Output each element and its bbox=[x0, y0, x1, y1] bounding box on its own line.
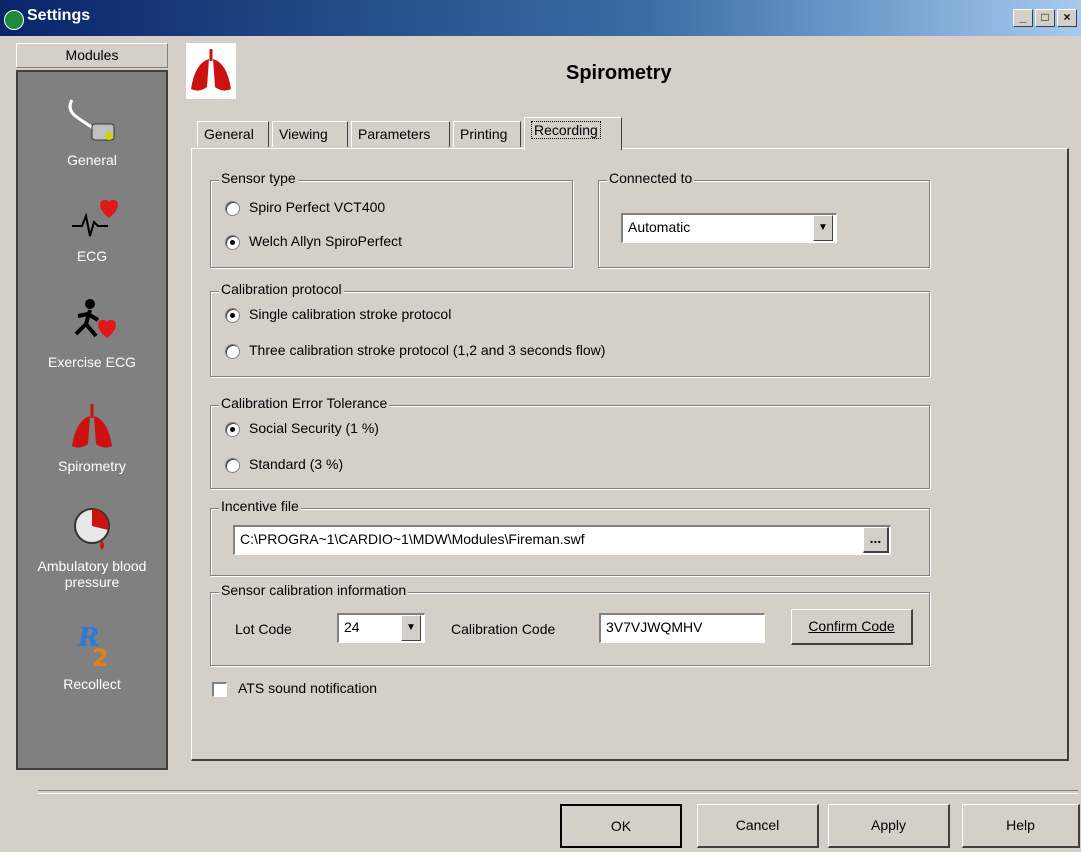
recollect-icon: R 2 bbox=[77, 623, 109, 672]
close-button[interactable]: × bbox=[1057, 9, 1077, 27]
module-recollect[interactable]: R 2 Recollect bbox=[18, 620, 166, 692]
lot-code-label: Lot Code bbox=[235, 621, 292, 637]
spirometry-logo-icon bbox=[186, 43, 236, 99]
minimize-button[interactable]: _ bbox=[1013, 9, 1033, 27]
lungs-icon bbox=[72, 404, 112, 448]
ok-button[interactable]: OK bbox=[560, 804, 682, 848]
calibration-protocol-group: Calibration protocol Single calibration … bbox=[210, 281, 930, 377]
sensor-type-group: Sensor type Spiro Perfect VCT400 Welch A… bbox=[210, 170, 573, 268]
tab-viewing[interactable]: Viewing bbox=[272, 121, 348, 147]
modules-panel: General ECG Exercise ECG Spirometry Ambu… bbox=[16, 70, 168, 770]
ats-sound-label: ATS sound notification bbox=[238, 680, 378, 696]
ats-sound-checkbox[interactable] bbox=[212, 682, 227, 697]
module-label: Spirometry bbox=[58, 458, 126, 474]
incentive-file-input[interactable]: C:\PROGRA~1\CARDIO~1\MDW\Modules\Fireman… bbox=[233, 525, 891, 555]
radio-label: Standard (3 %) bbox=[249, 456, 344, 472]
browse-button[interactable]: ... bbox=[863, 527, 889, 553]
radio-welch-allyn-spiroperfect[interactable] bbox=[225, 235, 240, 250]
footer-separator bbox=[38, 790, 1078, 794]
radio-social-security[interactable] bbox=[225, 422, 240, 437]
radio-label: Social Security (1 %) bbox=[249, 420, 379, 436]
module-label: ECG bbox=[76, 248, 108, 264]
error-tolerance-group: Calibration Error Tolerance Social Secur… bbox=[210, 395, 930, 489]
help-button[interactable]: Help bbox=[962, 804, 1080, 848]
phone-settings-icon bbox=[68, 99, 115, 141]
module-spirometry[interactable]: Spirometry bbox=[18, 398, 166, 474]
module-ambulatory-blood-pressure[interactable]: Ambulatory blood pressure bbox=[18, 500, 166, 590]
group-legend: Calibration protocol bbox=[219, 281, 344, 297]
incentive-file-group: Incentive file C:\PROGRA~1\CARDIO~1\MDW\… bbox=[210, 498, 930, 576]
module-label: General bbox=[67, 152, 117, 168]
modules-header: Modules bbox=[16, 43, 168, 68]
radio-standard[interactable] bbox=[225, 458, 240, 473]
radio-single-stroke[interactable] bbox=[225, 308, 240, 323]
app-heart-icon bbox=[4, 10, 24, 30]
tab-recording-label: Recording bbox=[531, 121, 601, 139]
window-title: Settings bbox=[27, 7, 91, 24]
module-ecg[interactable]: ECG bbox=[18, 192, 166, 264]
page-title: Spirometry bbox=[566, 62, 672, 84]
maximize-button[interactable]: □ bbox=[1035, 9, 1055, 27]
connected-to-group: Connected to Automatic ▼ bbox=[598, 170, 930, 268]
runner-heart-icon bbox=[74, 299, 116, 338]
group-legend: Calibration Error Tolerance bbox=[219, 395, 390, 411]
radio-spiro-perfect-vct400[interactable] bbox=[225, 201, 240, 216]
radio-three-stroke[interactable] bbox=[225, 344, 240, 359]
module-general[interactable]: General bbox=[18, 92, 166, 168]
confirm-code-button[interactable]: Confirm Code bbox=[791, 609, 913, 645]
calibration-code-input[interactable]: 3V7VJWQMHV bbox=[599, 613, 765, 643]
module-label: Recollect bbox=[63, 676, 121, 692]
title-bar[interactable] bbox=[0, 0, 1081, 36]
cancel-button[interactable]: Cancel bbox=[697, 804, 819, 848]
module-exercise-ecg[interactable]: Exercise ECG bbox=[18, 294, 166, 370]
svg-text:2: 2 bbox=[92, 644, 109, 672]
connected-to-select[interactable]: Automatic bbox=[621, 213, 837, 243]
tab-printing[interactable]: Printing bbox=[453, 121, 521, 147]
ecg-heart-icon bbox=[72, 199, 118, 237]
module-label: Ambulatory blood pressure bbox=[37, 558, 147, 590]
calibration-code-label: Calibration Code bbox=[451, 621, 556, 637]
group-legend: Sensor type bbox=[219, 170, 298, 186]
radio-label: Welch Allyn SpiroPerfect bbox=[249, 233, 403, 249]
apply-button[interactable]: Apply bbox=[828, 804, 950, 848]
group-legend: Connected to bbox=[607, 170, 695, 186]
group-legend: Sensor calibration information bbox=[219, 582, 409, 598]
blood-pressure-icon bbox=[74, 508, 110, 550]
tab-recording[interactable]: Recording bbox=[524, 117, 622, 150]
radio-label: Single calibration stroke protocol bbox=[249, 306, 452, 322]
chevron-down-icon[interactable]: ▼ bbox=[401, 615, 421, 641]
tab-parameters[interactable]: Parameters bbox=[351, 121, 450, 147]
radio-label: Three calibration stroke protocol (1,2 a… bbox=[249, 342, 606, 358]
chevron-down-icon[interactable]: ▼ bbox=[813, 215, 833, 241]
radio-label: Spiro Perfect VCT400 bbox=[249, 199, 386, 215]
group-legend: Incentive file bbox=[219, 498, 301, 514]
module-label: Exercise ECG bbox=[48, 354, 136, 370]
tab-general[interactable]: General bbox=[197, 121, 269, 147]
sensor-calibration-group: Sensor calibration information Lot Code … bbox=[210, 582, 930, 666]
